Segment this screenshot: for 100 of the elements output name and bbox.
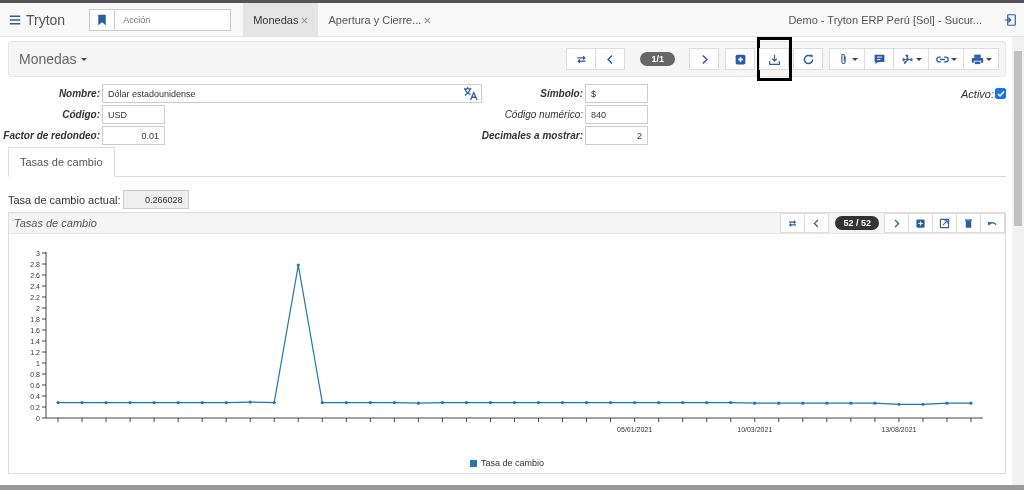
input-field[interactable]: Dólar estadounidense [102, 84, 482, 103]
record-counter: 1/1 [640, 52, 675, 66]
data-point [945, 401, 949, 405]
data-point [416, 401, 420, 405]
data-point [897, 402, 901, 406]
comment-icon [872, 52, 886, 66]
field-label: Código: [62, 109, 100, 120]
data-point [681, 401, 685, 405]
data-point [921, 402, 925, 406]
field-label: Símbolo: [540, 88, 583, 99]
checkbox[interactable] [995, 88, 1006, 99]
attachment-button[interactable] [829, 48, 865, 70]
download-icon [767, 52, 781, 66]
field-label: Activo: [961, 87, 994, 100]
data-point [729, 401, 733, 405]
tab[interactable]: Tasas de cambio [8, 147, 115, 177]
input-field[interactable]: USD [102, 105, 165, 124]
menu-icon [8, 13, 22, 26]
data-point [464, 401, 469, 405]
caret-icon [950, 57, 957, 61]
data-point [368, 401, 372, 405]
data-point [849, 401, 853, 405]
open-button[interactable] [932, 213, 957, 233]
reload-button[interactable] [793, 48, 823, 70]
data-point [128, 401, 132, 405]
data-point [344, 401, 348, 405]
delete-button[interactable] [956, 213, 981, 233]
undo-button[interactable] [980, 213, 1005, 233]
data-point [585, 401, 589, 405]
data-point [536, 401, 541, 405]
field-label: Nombre: [58, 88, 100, 99]
field-label: Código numérico: [504, 109, 583, 120]
data-point [200, 401, 204, 405]
data-point [801, 401, 805, 405]
data-point [224, 401, 228, 405]
data-point [248, 400, 252, 404]
data-point [176, 401, 180, 405]
previous-button[interactable] [595, 48, 626, 70]
action-button[interactable] [893, 48, 929, 70]
data-point [488, 401, 493, 405]
readonly-field: 0.266028 [122, 190, 189, 209]
input-field[interactable]: $ [585, 84, 648, 103]
app-title: Tryton [26, 11, 66, 28]
close-icon [301, 16, 309, 24]
data-point [152, 401, 156, 405]
data-point [633, 401, 637, 405]
caret-icon [80, 57, 87, 61]
switch-view-button[interactable] [566, 48, 597, 70]
close-icon [424, 16, 432, 24]
data-point [320, 401, 324, 405]
document-tab[interactable]: Monedas [243, 3, 319, 36]
bookmark-icon [96, 12, 109, 27]
data-point [777, 401, 781, 405]
form-title-menu[interactable]: Monedas [19, 51, 87, 67]
trash-icon [963, 217, 974, 229]
data-point [705, 401, 709, 405]
add-icon [915, 217, 926, 229]
checkmark-icon [996, 89, 1005, 98]
previous-button[interactable] [804, 213, 830, 233]
next-button[interactable] [689, 48, 719, 70]
panel-title: Tasas de cambio [14, 217, 97, 229]
data-point [825, 401, 829, 405]
print-button[interactable] [963, 48, 999, 70]
translate-icon [463, 86, 478, 101]
data-point [873, 401, 877, 405]
company-name: Demo - Tryton ERP Perú [Sol] - Sucur... [788, 13, 982, 26]
note-button[interactable] [864, 48, 894, 70]
data-point [560, 401, 565, 405]
data-point [272, 401, 276, 405]
fan-icon [900, 52, 914, 66]
printer-icon [970, 52, 984, 66]
scrollbar-thumb[interactable] [1014, 51, 1022, 226]
action-input[interactable]: Acción [115, 13, 226, 26]
field-label: Decimales a mostrar: [481, 130, 583, 141]
data-point [753, 401, 757, 405]
new-button[interactable] [725, 48, 755, 70]
legend-label: Tasa de cambio [480, 458, 544, 468]
document-tab[interactable]: Apertura y Cierre... [318, 3, 442, 36]
caret-icon [851, 57, 858, 61]
data-point [609, 401, 613, 405]
scrollbar[interactable] [1012, 37, 1024, 485]
data-point [969, 401, 973, 405]
logout-icon [1004, 13, 1016, 26]
relate-button[interactable] [928, 48, 964, 70]
data-point [80, 401, 84, 405]
data-point [512, 401, 517, 405]
download-button[interactable] [759, 48, 789, 70]
new-button[interactable] [908, 213, 933, 233]
record-counter: 52 / 52 [835, 216, 879, 230]
data-point [440, 401, 444, 405]
field-label: Factor de redondeo: [3, 130, 100, 141]
input-field[interactable]: 2 [585, 126, 648, 145]
menu-button[interactable]: Tryton [8, 11, 66, 28]
data-point [56, 401, 60, 405]
switch-view-button[interactable] [780, 213, 806, 233]
input-field[interactable]: 840 [585, 105, 648, 124]
caret-icon [985, 57, 992, 61]
action-field[interactable]: Acción [89, 8, 232, 31]
add-icon [733, 52, 747, 66]
input-field[interactable]: 0.01 [102, 126, 165, 145]
